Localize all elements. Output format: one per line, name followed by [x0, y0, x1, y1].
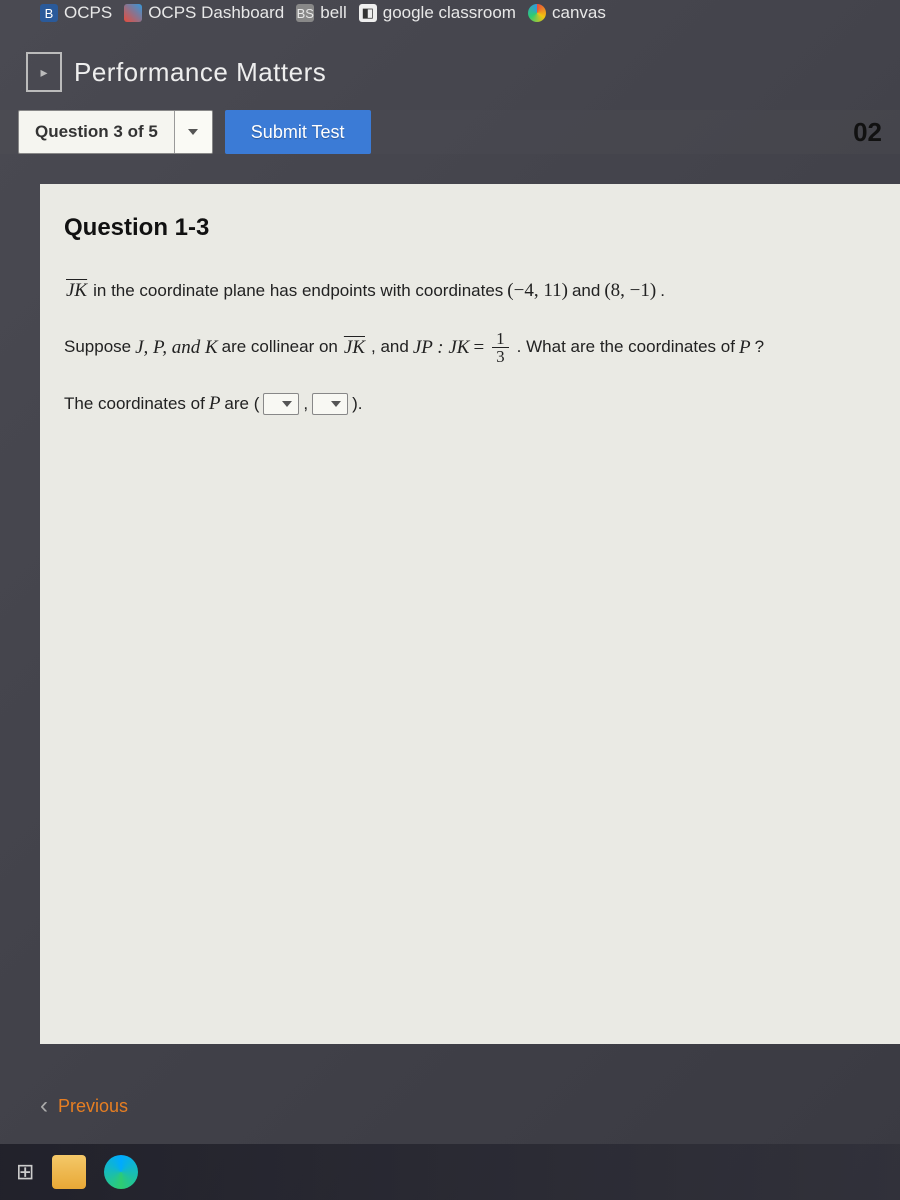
text: Suppose — [64, 332, 131, 363]
bookmark-label: OCPS Dashboard — [148, 3, 284, 23]
bookmark-classroom[interactable]: ◧ google classroom — [359, 3, 516, 23]
var-p: P — [209, 387, 221, 421]
bookmark-label: canvas — [552, 3, 606, 23]
vars-jpk: J, P, and K — [135, 331, 218, 365]
close-paren: ). — [352, 389, 362, 420]
text: are ( — [224, 389, 259, 420]
var-p: P — [739, 331, 751, 365]
question-text-line-2: Suppose J, P, and K are collinear on JK … — [64, 330, 876, 365]
bookmark-canvas[interactable]: canvas — [528, 3, 606, 23]
app-header: ▸ Performance Matters — [0, 30, 900, 110]
question-heading: Question 1-3 — [64, 214, 876, 242]
text: . — [660, 276, 665, 307]
bookmark-bar: B OCPS OCPS Dashboard BS bell ◧ google c… — [0, 0, 900, 30]
bookmark-icon: BS — [296, 4, 314, 22]
text: ? — [755, 332, 764, 363]
previous-label: Previous — [58, 1096, 128, 1117]
fraction-denominator: 3 — [492, 348, 509, 365]
bookmark-label: OCPS — [64, 3, 112, 23]
question-dropdown-button[interactable] — [174, 111, 212, 153]
answer-y-select[interactable] — [312, 393, 348, 415]
chevron-down-icon — [331, 401, 341, 407]
question-selector[interactable]: Question 3 of 5 — [18, 110, 213, 154]
taskbar: ⊞ — [0, 1144, 900, 1200]
start-button[interactable]: ⊞ — [16, 1159, 34, 1185]
text: The coordinates of — [64, 389, 205, 420]
previous-button[interactable]: ‹ Previous — [40, 1092, 128, 1120]
text: and — [572, 276, 600, 307]
segment-jk: JK — [342, 331, 367, 365]
file-explorer-icon[interactable] — [52, 1155, 86, 1189]
ratio-lhs: JP : JK — [413, 331, 470, 365]
browser-icon[interactable] — [104, 1155, 138, 1189]
windows-icon: ⊞ — [16, 1159, 34, 1184]
segment-jk: JK — [64, 274, 89, 308]
bookmark-icon — [528, 4, 546, 22]
fraction-numerator: 1 — [492, 330, 509, 348]
equals: = — [473, 331, 484, 365]
text: in the coordinate plane has endpoints wi… — [93, 276, 503, 307]
point-1: (−4, 11) — [507, 274, 568, 308]
answer-x-select[interactable] — [263, 393, 299, 415]
comma: , — [303, 389, 308, 420]
question-indicator-label: Question 3 of 5 — [19, 122, 174, 142]
timer-display: 02 — [853, 117, 882, 148]
text: , and — [371, 332, 409, 363]
question-text-line-1: JK in the coordinate plane has endpoints… — [64, 274, 876, 308]
text: . What are the coordinates of — [517, 332, 735, 363]
bookmark-icon — [124, 4, 142, 22]
question-panel: Question 1-3 JK in the coordinate plane … — [40, 184, 900, 1044]
point-2: (8, −1) — [604, 274, 656, 308]
text: are collinear on — [222, 332, 338, 363]
chevron-down-icon — [282, 401, 292, 407]
chevron-left-icon: ‹ — [40, 1092, 48, 1120]
bookmark-label: bell — [320, 3, 346, 23]
test-toolbar: Question 3 of 5 Submit Test 02 — [0, 110, 900, 154]
bookmark-icon: B — [40, 4, 58, 22]
bookmark-dashboard[interactable]: OCPS Dashboard — [124, 3, 284, 23]
app-logo-icon: ▸ — [26, 52, 62, 92]
bookmark-bell[interactable]: BS bell — [296, 3, 346, 23]
submit-test-button[interactable]: Submit Test — [225, 110, 371, 154]
bookmark-ocps[interactable]: B OCPS — [40, 3, 112, 23]
fraction-one-third: 1 3 — [492, 330, 509, 365]
question-answer-line: The coordinates of P are ( , ). — [64, 387, 876, 421]
bookmark-label: google classroom — [383, 3, 516, 23]
app-title: Performance Matters — [74, 57, 326, 88]
bookmark-icon: ◧ — [359, 4, 377, 22]
chevron-down-icon — [188, 129, 198, 135]
